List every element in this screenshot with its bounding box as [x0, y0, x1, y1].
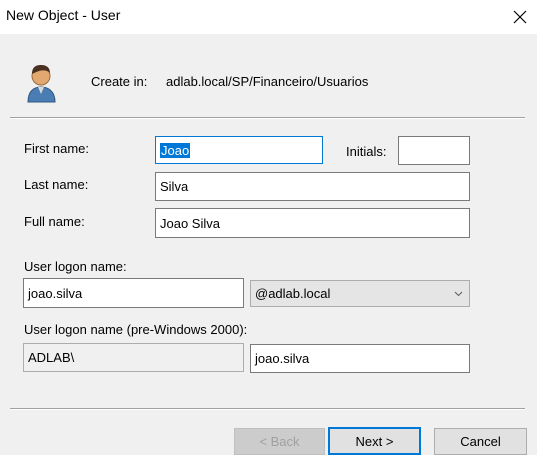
initials-label: Initials:	[346, 144, 387, 159]
pre2000-domain-field: ADLAB\	[23, 343, 244, 372]
close-icon	[513, 10, 527, 24]
cancel-button[interactable]: Cancel	[434, 428, 527, 455]
pre2000-name-value: joao.silva	[255, 351, 310, 366]
back-button[interactable]: < Back	[234, 428, 325, 455]
last-name-value: Silva	[160, 179, 189, 194]
upn-suffix-select[interactable]: @adlab.local	[250, 280, 470, 307]
logon-name-value: joao.silva	[28, 285, 83, 301]
initials-input[interactable]	[398, 136, 470, 165]
last-name-label: Last name:	[24, 177, 89, 192]
pre2000-name-input[interactable]: joao.silva	[250, 344, 470, 373]
pre2000-domain-value: ADLAB\	[28, 350, 75, 365]
create-in-label: Create in:	[91, 74, 148, 89]
footer-divider	[10, 408, 525, 410]
first-name-input[interactable]: Joao	[155, 136, 323, 164]
chevron-down-icon	[454, 291, 463, 296]
header-divider	[10, 117, 525, 119]
logon-name-label: User logon name:	[24, 259, 127, 274]
next-button[interactable]: Next >	[328, 427, 421, 455]
close-button[interactable]	[505, 2, 535, 32]
user-icon	[24, 62, 60, 104]
window-title: New Object - User	[6, 7, 121, 23]
last-name-input[interactable]: Silva	[155, 172, 470, 201]
full-name-label: Full name:	[24, 214, 85, 229]
create-in-path: adlab.local/SP/Financeiro/Usuarios	[166, 74, 369, 89]
logon-name-input[interactable]: joao.silva	[23, 278, 244, 308]
full-name-input[interactable]: Joao Silva	[155, 208, 470, 238]
first-name-value: Joao	[160, 142, 191, 158]
upn-suffix-value: @adlab.local	[255, 286, 331, 301]
pre2000-label: User logon name (pre-Windows 2000):	[24, 322, 248, 337]
full-name-value: Joao Silva	[160, 215, 220, 231]
first-name-label: First name:	[24, 141, 90, 156]
